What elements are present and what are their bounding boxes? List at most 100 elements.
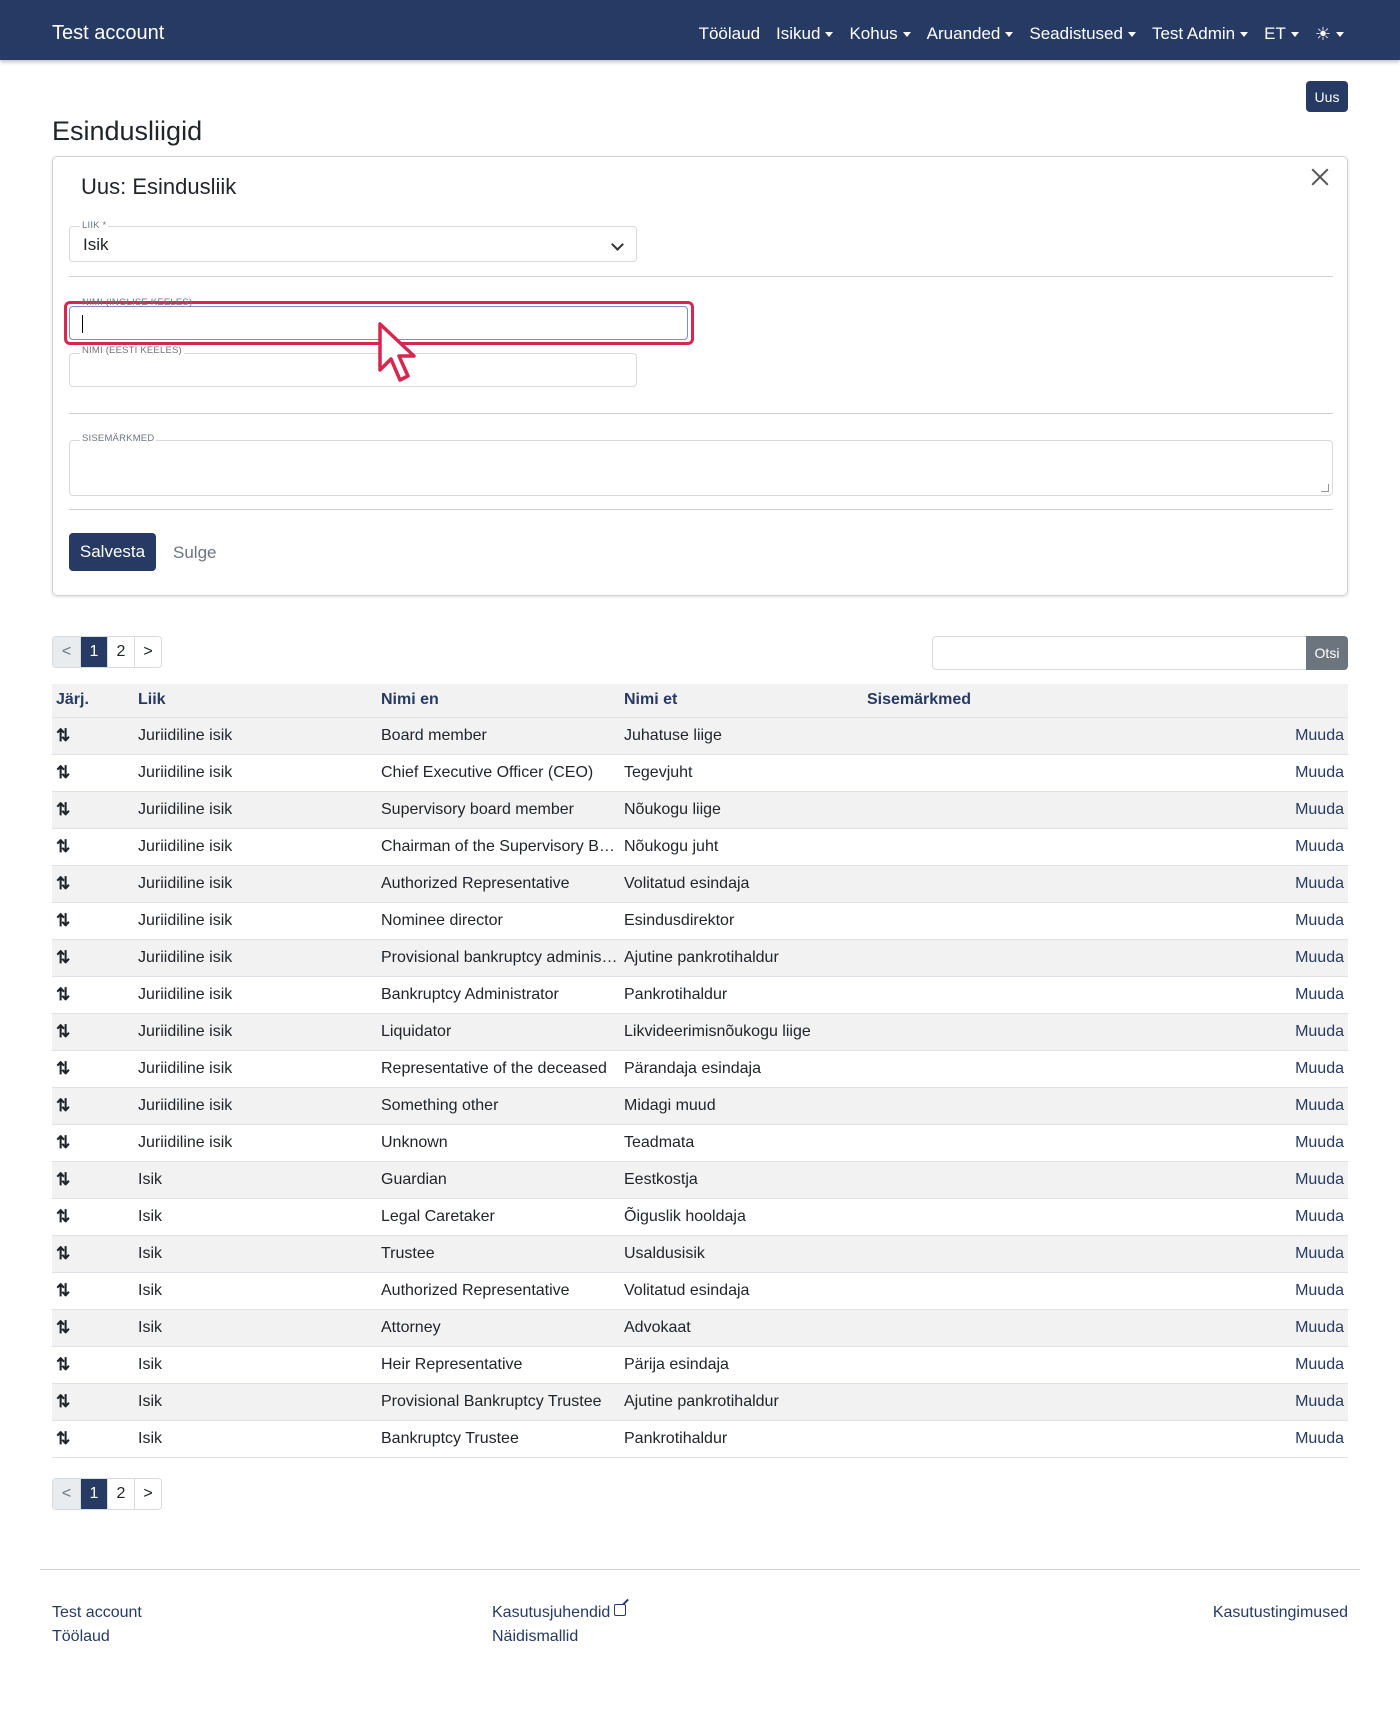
nav-item-label: Seadistused [1029,24,1123,43]
header-name-en[interactable]: Nimi en [377,684,620,718]
cell-type: Juriidiline isik [134,1124,377,1162]
edit-link[interactable]: Muuda [1295,1023,1344,1040]
sort-handle-icon[interactable]: ⇅ [56,948,70,967]
sort-handle-icon[interactable]: ⇅ [56,1207,70,1226]
search-input[interactable] [932,636,1306,670]
cell-name-et: Volitatud esindaja [620,1272,863,1310]
edit-link[interactable]: Muuda [1295,1097,1344,1114]
cell-name-en: Supervisory board member [377,791,620,829]
pagination-bottom-prev-button[interactable]: < [53,1479,80,1509]
footer-link-manuals[interactable]: Kasutusjuhendid [492,1604,627,1622]
theme-toggle[interactable]: ☀ [1315,25,1344,43]
header-order[interactable]: Järj. [52,684,134,718]
save-button[interactable]: Salvesta [69,533,156,571]
nav-item-töölaud[interactable]: Töölaud [699,24,760,44]
edit-link[interactable]: Muuda [1295,912,1344,929]
sort-handle-icon[interactable]: ⇅ [56,1392,70,1411]
sort-handle-icon[interactable]: ⇅ [56,1244,70,1263]
sort-handle-icon[interactable]: ⇅ [56,1281,70,1300]
header-name-et[interactable]: Nimi et [620,684,863,718]
cell-name-en: Nominee director [377,902,620,940]
type-select[interactable]: LIIK * Isik [69,220,637,262]
sort-handle-icon[interactable]: ⇅ [56,1133,70,1152]
edit-link[interactable]: Muuda [1295,838,1344,855]
cell-order: ⇅ [52,828,134,866]
nav-item-aruanded[interactable]: Aruanded [927,24,1014,44]
edit-link[interactable]: Muuda [1295,1282,1344,1299]
name-et-input[interactable]: NIMI (EESTI KEELES) [69,345,637,387]
nav-item-et[interactable]: ET [1264,24,1299,44]
sort-handle-icon[interactable]: ⇅ [56,1429,70,1448]
sort-handle-icon[interactable]: ⇅ [56,837,70,856]
edit-link[interactable]: Muuda [1295,949,1344,966]
cell-order: ⇅ [52,1198,134,1236]
cell-notes [863,754,1163,792]
sort-handle-icon[interactable]: ⇅ [56,874,70,893]
cell-order: ⇅ [52,1050,134,1088]
edit-link[interactable]: Muuda [1295,1245,1344,1262]
footer-link-terms[interactable]: Kasutustingimused [1213,1604,1348,1622]
cell-name-et: Ajutine pankrotihaldur [620,939,863,977]
nav-item-test-admin[interactable]: Test Admin [1152,24,1249,44]
caret-down-icon [1127,31,1136,37]
edit-link[interactable]: Muuda [1295,1319,1344,1336]
edit-link[interactable]: Muuda [1295,764,1344,781]
pagination-top-prev-button[interactable]: < [53,637,80,667]
sort-handle-icon[interactable]: ⇅ [56,1318,70,1337]
table-row: ⇅ Juriidiline isik Unknown Teadmata Muuda [52,1124,1348,1162]
sort-handle-icon[interactable]: ⇅ [56,726,70,745]
pagination-top-page-2[interactable]: 2 [107,637,134,667]
nav-item-seadistused[interactable]: Seadistused [1029,24,1136,44]
pagination-bottom-page-1[interactable]: 1 [80,1479,107,1509]
edit-link[interactable]: Muuda [1295,1430,1344,1447]
sort-handle-icon[interactable]: ⇅ [56,1170,70,1189]
notes-textarea[interactable]: SISEMÄRKMED [69,433,1333,496]
sort-handle-icon[interactable]: ⇅ [56,985,70,1004]
sort-handle-icon[interactable]: ⇅ [56,800,70,819]
edit-link[interactable]: Muuda [1295,801,1344,818]
edit-link[interactable]: Muuda [1295,1060,1344,1077]
close-icon[interactable] [1309,166,1331,188]
sort-handle-icon[interactable]: ⇅ [56,911,70,930]
cell-name-en: Legal Caretaker [377,1198,620,1236]
nav-item-label: Töölaud [698,24,761,43]
footer-link-templates[interactable]: Näidismallid [492,1628,578,1646]
sort-handle-icon[interactable]: ⇅ [56,1355,70,1374]
cell-name-et: Õiguslik hooldaja [620,1198,863,1236]
sort-handle-icon[interactable]: ⇅ [56,1059,70,1078]
edit-link[interactable]: Muuda [1295,875,1344,892]
cell-type: Isik [134,1161,377,1199]
search-button[interactable]: Otsi [1306,636,1348,670]
brand-link[interactable]: Test account [52,22,164,45]
edit-link[interactable]: Muuda [1295,986,1344,1003]
pagination-bottom-next-button[interactable]: > [134,1479,161,1509]
cell-order: ⇅ [52,1124,134,1162]
cell-order: ⇅ [52,1013,134,1051]
nav-item-label: Isikud [776,24,821,43]
nav-item-isikud[interactable]: Isikud [776,24,834,44]
nav-item-kohus[interactable]: Kohus [849,24,911,44]
edit-link[interactable]: Muuda [1295,1134,1344,1151]
close-button[interactable]: Sulge [173,543,216,563]
cell-name-et: Pärija esindaja [620,1346,863,1384]
header-type[interactable]: Liik [134,684,377,718]
cell-notes [863,1346,1163,1384]
pagination-top-page-1[interactable]: 1 [80,637,107,667]
edit-link[interactable]: Muuda [1295,727,1344,744]
sort-handle-icon[interactable]: ⇅ [56,1022,70,1041]
header-notes[interactable]: Sisemärkmed [863,684,1163,718]
footer-link-dashboard[interactable]: Töölaud [52,1628,110,1646]
new-button[interactable]: Uus [1306,81,1348,112]
pagination-bottom-page-2[interactable]: 2 [107,1479,134,1509]
sort-handle-icon[interactable]: ⇅ [56,763,70,782]
cell-name-et: Eestkostja [620,1161,863,1199]
edit-link[interactable]: Muuda [1295,1393,1344,1410]
edit-link[interactable]: Muuda [1295,1208,1344,1225]
edit-link[interactable]: Muuda [1295,1356,1344,1373]
resize-handle-icon[interactable] [1321,484,1329,492]
footer-link-account[interactable]: Test account [52,1604,142,1622]
edit-link[interactable]: Muuda [1295,1171,1344,1188]
sort-handle-icon[interactable]: ⇅ [56,1096,70,1115]
notes-label: SISEMÄRKMED [80,433,157,444]
pagination-top-next-button[interactable]: > [134,637,161,667]
